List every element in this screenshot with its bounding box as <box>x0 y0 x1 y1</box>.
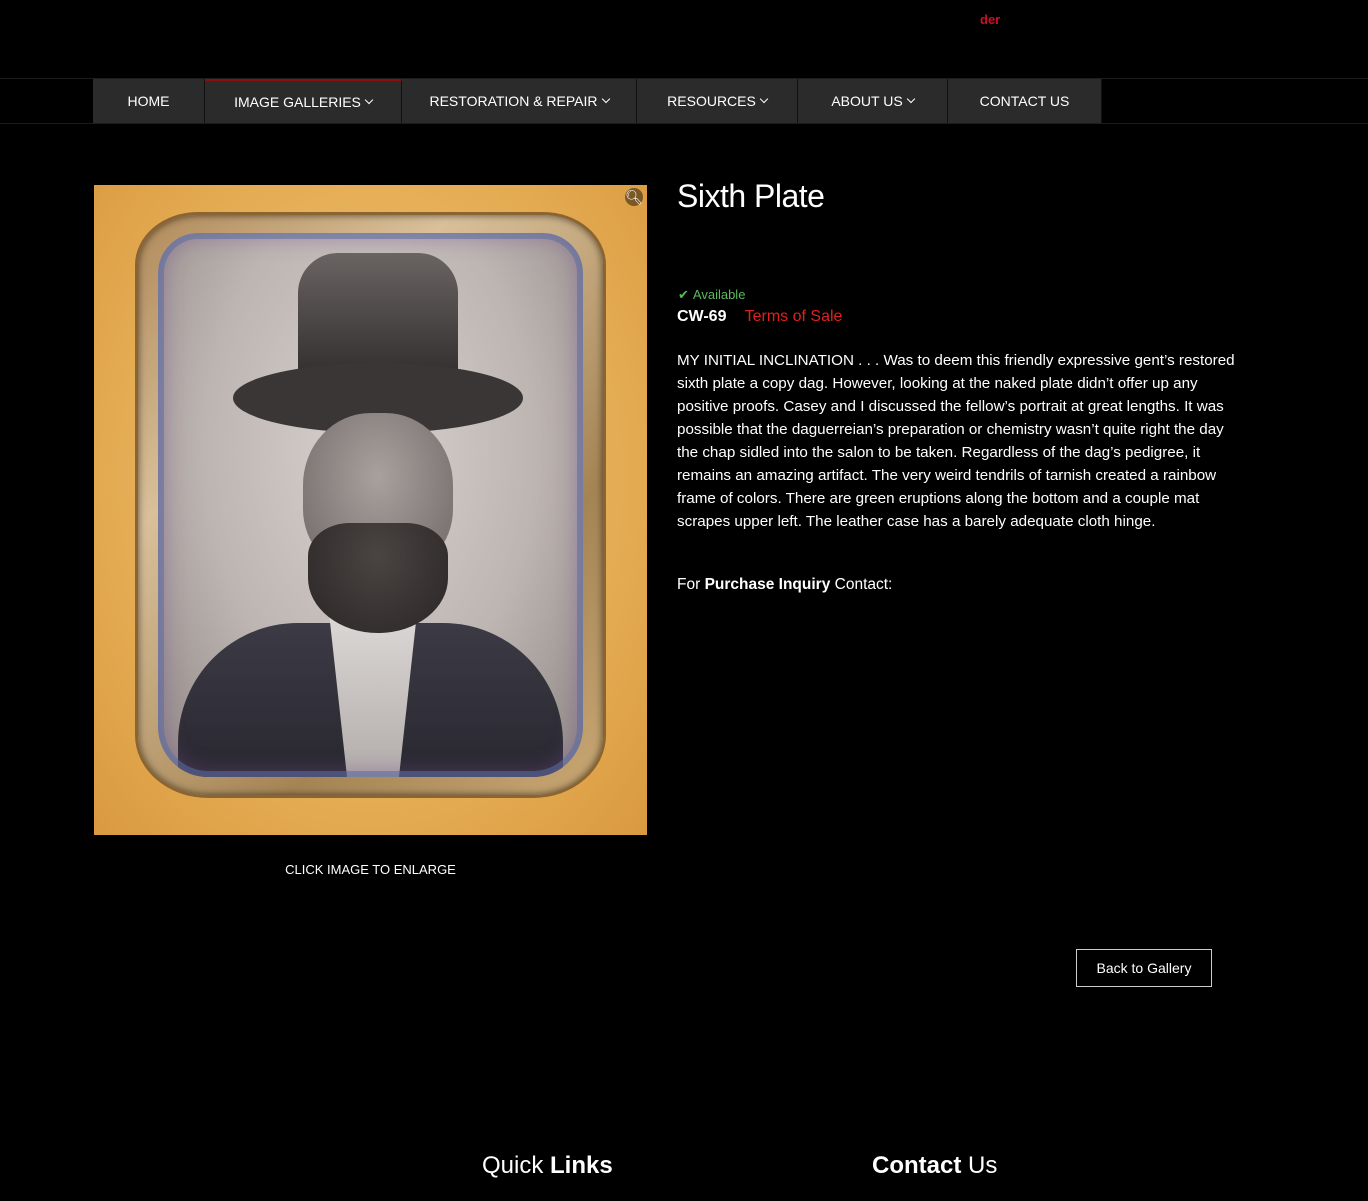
availability-label: Available <box>692 287 746 302</box>
nav-item-label: RESOURCES <box>667 93 756 109</box>
product-title: Sixth Plate <box>677 178 825 214</box>
page: der HOME IMAGE GALLERIES RESTORATION & R… <box>0 0 1368 1201</box>
product-sku: CW-69 <box>677 308 727 325</box>
nav-item-contact-us[interactable]: CONTACT US <box>948 79 1102 123</box>
daguerreotype-mat <box>138 215 603 795</box>
site-header: der <box>0 0 1368 79</box>
chevron-down-icon <box>759 94 769 104</box>
nav-item-label: RESTORATION & REPAIR <box>429 93 598 109</box>
terms-of-sale-link[interactable]: Terms of Sale <box>745 308 843 325</box>
purchase-prefix: For <box>677 576 705 593</box>
magnifier-icon[interactable]: 🔍︎ <box>625 188 643 206</box>
nav-item-about-us[interactable]: ABOUT US <box>798 79 948 123</box>
nav-item-image-galleries[interactable]: IMAGE GALLERIES <box>205 79 402 123</box>
heading-light: Us <box>961 1152 998 1179</box>
nav-item-label: HOME <box>127 93 170 109</box>
product-image[interactable]: 🔍︎ <box>94 185 647 835</box>
sku-row: CW-69 Terms of Sale <box>677 308 842 326</box>
nav-divider <box>0 123 1368 124</box>
nav-item-label: IMAGE GALLERIES <box>234 94 361 110</box>
daguerreotype-plate <box>158 233 583 777</box>
back-to-gallery-button[interactable]: Back to Gallery <box>1076 949 1212 987</box>
chevron-down-icon <box>601 94 610 104</box>
purchase-inquiry-label: Purchase Inquiry <box>704 576 831 593</box>
footer-contact-heading: Contact Us <box>872 1152 997 1180</box>
chevron-down-icon <box>364 95 374 105</box>
nav-item-home[interactable]: HOME <box>93 79 205 123</box>
chevron-down-icon <box>906 94 915 104</box>
purchase-suffix: Contact: <box>830 576 893 593</box>
nav-item-restoration-repair[interactable]: RESTORATION & REPAIR <box>402 79 637 123</box>
nav-item-resources[interactable]: RESOURCES <box>637 79 798 123</box>
product-description: MY INITIAL INCLINATION . . . Was to deem… <box>677 352 1235 530</box>
heading-bold: Contact <box>872 1152 962 1179</box>
image-caption: CLICK IMAGE TO ENLARGE <box>285 862 456 877</box>
availability-status: ✔ Available <box>678 287 745 303</box>
footer-quick-links-heading: Quick Links <box>482 1152 613 1180</box>
check-icon: ✔ <box>678 287 689 302</box>
heading-light: Quick <box>482 1152 551 1179</box>
heading-bold: Links <box>550 1152 613 1179</box>
tarnish-overlay <box>158 233 583 777</box>
purchase-inquiry: For Purchase Inquiry Contact: <box>677 576 892 594</box>
nav-item-label: CONTACT US <box>979 93 1070 109</box>
nav-item-label: ABOUT US <box>831 93 903 109</box>
header-red-text: der <box>980 12 1001 27</box>
main-nav: HOME IMAGE GALLERIES RESTORATION & REPAI… <box>93 79 1102 123</box>
